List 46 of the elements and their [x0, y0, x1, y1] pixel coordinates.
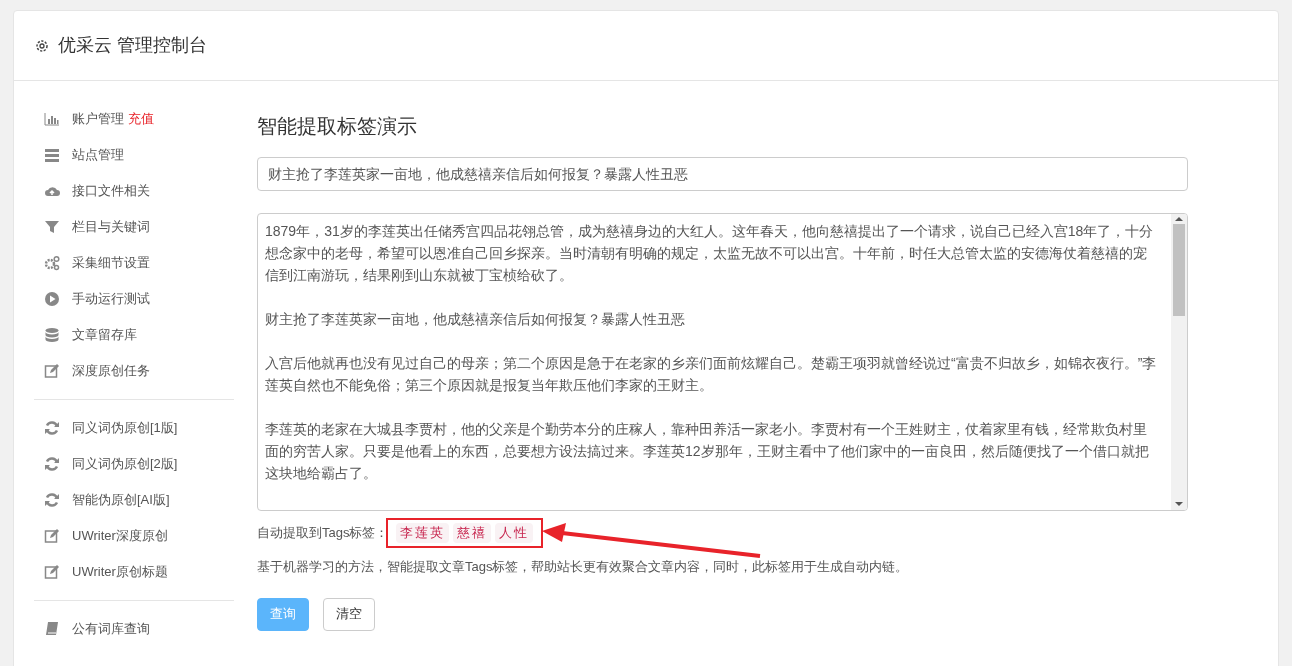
refresh-icon	[44, 420, 60, 436]
sidebar-link[interactable]: 手动运行测试	[72, 289, 150, 309]
scrollbar[interactable]	[1171, 214, 1187, 510]
sidebar-link[interactable]: 智能伪原创[AI版]	[72, 490, 170, 510]
tag: 慈禧	[453, 523, 492, 543]
gears-icon	[44, 255, 60, 271]
edit-icon	[44, 363, 60, 379]
filter-icon	[44, 219, 60, 235]
scrollbar-thumb[interactable]	[1173, 224, 1185, 316]
sidebar-link[interactable]: 同义词伪原创[2版]	[72, 454, 178, 474]
bar-chart-icon	[44, 111, 60, 127]
edit-icon	[44, 528, 60, 544]
tags-label: 自动提取到Tags标签：	[257, 524, 389, 543]
database-icon	[44, 327, 60, 343]
console-title: 优采云 管理控制台	[58, 34, 207, 57]
content-paragraph: 1879年，31岁的李莲英出任储秀宫四品花翎总管，成为慈禧身边的大红人。这年春天，他向慈禧提出了一个请求，说自己已经入宫18年了，十分想念家中的老母，希望可以恩准自己回乡探亲。当时清朝有明确的规定，太监无故不可以出宫。十年前，时任大总管太监的安德海仗着慈禧的宠信到江南游玩，结果刚到山东就被丁宝桢给砍了。	[265, 222, 1155, 285]
edit-icon	[44, 564, 60, 580]
refresh-icon	[44, 456, 60, 472]
settings-icon	[34, 37, 50, 54]
tag: 李莲英	[396, 523, 450, 543]
sidebar-link[interactable]: 公有词库查询	[72, 619, 150, 639]
play-icon	[44, 291, 60, 307]
sidebar-link[interactable]: 站点管理	[72, 145, 124, 165]
content-paragraph: 财主抢了李莲英家一亩地，他成慈禧亲信后如何报复？暴露人性丑恶	[265, 310, 686, 329]
sidebar-link[interactable]: UWriter深度原创	[72, 526, 168, 546]
title-field[interactable]: 财主抢了李莲英家一亩地，他成慈禧亲信后如何报复？暴露人性丑恶	[257, 157, 1188, 191]
server-icon	[44, 147, 60, 163]
sidebar-link[interactable]: 深度原创任务	[72, 361, 150, 381]
content-paragraph: 入宫后他就再也没有见过自己的母亲；第二个原因是急于在老家的乡亲们面前炫耀自己。楚霸王项羽就曾经说过“富贵不归故乡，如锦衣夜行。”李莲英自然也不能免俗；第三个原因就是报复当年欺压他们李家的王财主。	[265, 354, 1157, 395]
sidebar-link[interactable]: UWriter原创标题	[72, 562, 168, 582]
sidebar-link[interactable]: 接口文件相关	[72, 181, 150, 201]
refresh-icon	[44, 492, 60, 508]
tag: 人性	[495, 523, 534, 543]
sidebar-link[interactable]: 栏目与关键词	[72, 217, 150, 237]
sidebar-link[interactable]: 文章留存库	[72, 325, 137, 345]
sidebar-link[interactable]: 账户管理	[72, 109, 124, 129]
clear-button[interactable]: 清空	[323, 597, 375, 631]
page-heading: 智能提取标签演示	[257, 114, 418, 139]
sidebar-link[interactable]: 采集细节设置	[72, 253, 150, 273]
content-paragraph: 李莲英的老家在大城县李贾村，他的父亲是个勤劳本分的庄稼人，靠种田养活一家老小。李贾村有一个王姓财主，仗着家里有钱，经常欺负村里面的穷苦人家。只要是他看上的东西，总要想方设法搞过来。李莲英12岁那年，王财主看中了他们家中的一亩良田，然后随便找了一个借口就把这块地给霸占了。	[265, 420, 1150, 483]
scroll-up-icon[interactable]	[1175, 214, 1183, 224]
sidebar-link[interactable]: 同义词伪原创[1版]	[72, 418, 178, 438]
content-field[interactable]	[257, 213, 1188, 511]
recharge-link[interactable]: 充值	[128, 109, 154, 129]
description: 基于机器学习的方法，智能提取文章Tags标签，帮助站长更有效聚合文章内容，同时，此标签用于生成自动内链。	[257, 558, 910, 576]
book-icon	[44, 621, 60, 637]
